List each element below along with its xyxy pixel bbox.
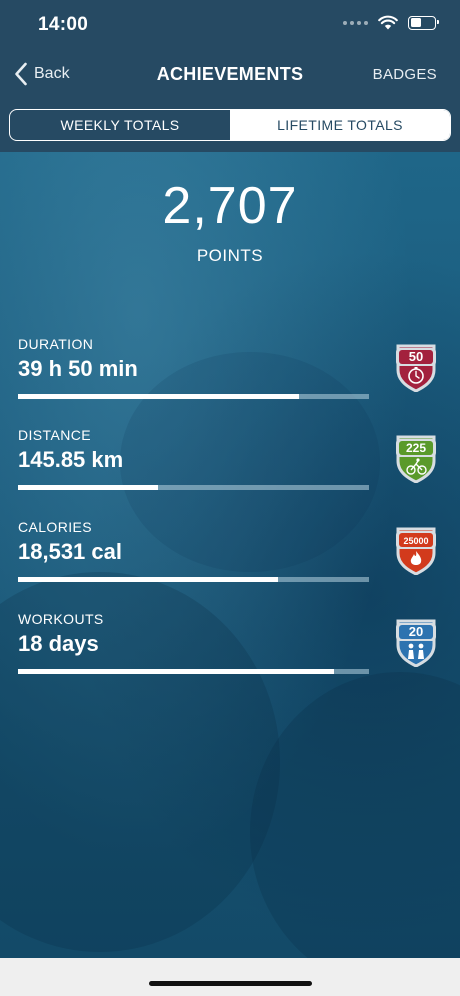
- progress-fill: [18, 577, 278, 582]
- flame-badge-icon[interactable]: 25000: [392, 523, 440, 575]
- stat-label: CALORIES: [18, 519, 92, 535]
- battery-icon: [408, 15, 439, 30]
- wifi-icon: [378, 15, 398, 30]
- stat-value: 39 h 50 min: [18, 356, 138, 381]
- stat-value: 18 days: [18, 631, 99, 656]
- progress-fill: [18, 394, 299, 399]
- stat-value: 145.85 km: [18, 447, 124, 472]
- achievements-content: 2,707 POINTS DURATION 39 h 50 min 50 DIS…: [0, 152, 460, 958]
- svg-text:25000: 25000: [403, 536, 428, 546]
- back-label: Back: [34, 65, 70, 82]
- status-icons: [343, 15, 439, 30]
- signal-icon: [343, 20, 368, 25]
- progress-fill: [18, 669, 334, 674]
- progress-bar: [18, 485, 369, 490]
- progress-bar: [18, 394, 369, 399]
- background-shape: [250, 672, 460, 958]
- progress-bar: [18, 669, 369, 674]
- svg-text:50: 50: [409, 349, 423, 364]
- stat-distance: DISTANCE 145.85 km 225: [18, 427, 442, 507]
- stat-label: DURATION: [18, 336, 94, 352]
- tab-lifetime-totals[interactable]: LIFETIME TOTALS: [230, 110, 450, 140]
- people-badge-icon[interactable]: 20: [392, 615, 440, 667]
- home-indicator[interactable]: [149, 981, 312, 986]
- stat-value: 18,531 cal: [18, 539, 122, 564]
- cyclist-badge-icon[interactable]: 225: [392, 431, 440, 483]
- back-button[interactable]: Back: [14, 62, 70, 86]
- progress-fill: [18, 485, 159, 490]
- stopwatch-badge-icon[interactable]: 50: [392, 340, 440, 392]
- stat-workouts: WORKOUTS 18 days 20: [18, 611, 442, 691]
- badges-button[interactable]: BADGES: [373, 66, 437, 83]
- progress-bar: [18, 577, 369, 582]
- chevron-left-icon: [15, 62, 27, 86]
- status-bar: 14:00: [0, 0, 460, 50]
- status-time: 14:00: [38, 14, 89, 35]
- points-value: 2,707: [162, 177, 298, 235]
- stat-label: DISTANCE: [18, 427, 91, 443]
- segment-bar: WEEKLY TOTALS LIFETIME TOTALS: [0, 100, 460, 152]
- svg-text:225: 225: [406, 441, 426, 455]
- stat-calories: CALORIES 18,531 cal 25000: [18, 519, 442, 599]
- totals-segmented-control: WEEKLY TOTALS LIFETIME TOTALS: [9, 109, 451, 141]
- home-indicator-area: [0, 958, 460, 996]
- points-label: POINTS: [196, 246, 264, 265]
- svg-text:20: 20: [409, 624, 423, 639]
- stat-label: WORKOUTS: [18, 611, 104, 627]
- stat-duration: DURATION 39 h 50 min 50: [18, 336, 442, 416]
- navigation-bar: Back ACHIEVEMENTS BADGES: [0, 50, 460, 100]
- tab-weekly-totals[interactable]: WEEKLY TOTALS: [10, 110, 230, 140]
